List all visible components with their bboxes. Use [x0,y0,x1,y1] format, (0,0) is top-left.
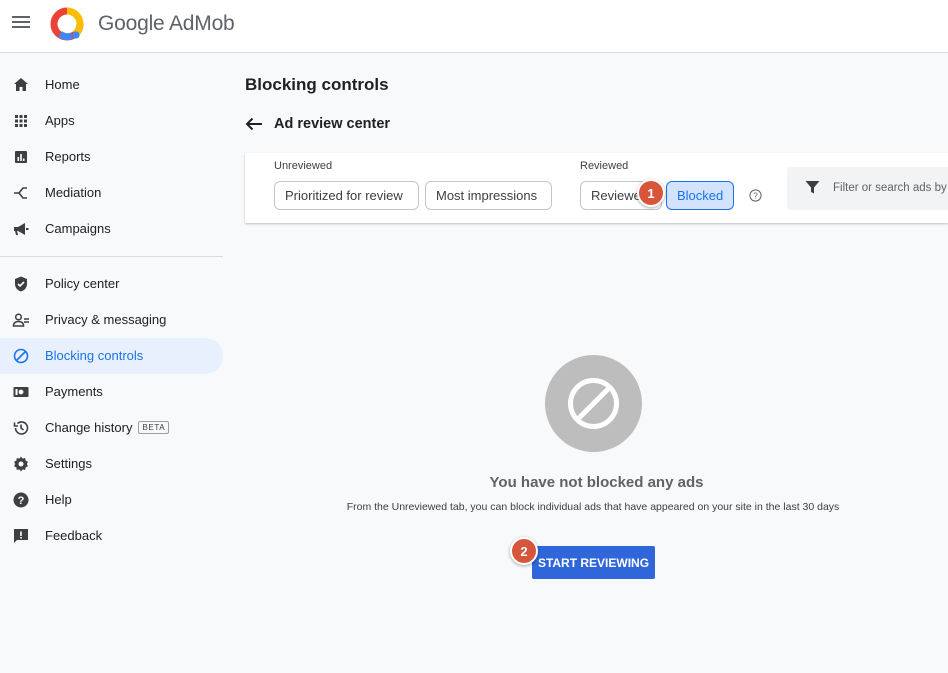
sidebar-item-policy-center[interactable]: Policy center [0,266,223,302]
history-icon [13,421,29,435]
filter-search-input[interactable] [833,178,948,198]
filter-search-box [787,167,948,210]
block-icon [568,378,619,429]
sidebar-item-payments[interactable]: Payments [0,374,223,410]
sidebar-item-change-history[interactable]: Change history BETA [0,410,223,446]
sidebar-item-settings[interactable]: Settings [0,446,223,482]
help-circle-icon[interactable]: ? [749,189,762,202]
chip-prioritized-for-review[interactable]: Prioritized for review [274,181,419,210]
sidebar-item-label: Reports [45,149,91,164]
apps-grid-icon [15,115,27,127]
hamburger-menu-icon[interactable] [12,13,32,33]
chip-most-impressions[interactable]: Most impressions [425,181,552,210]
sidebar-nav: Home Apps Reports Mediation Campaigns Po… [0,53,230,673]
page-title: Blocking controls [245,75,389,94]
sidebar-item-campaigns[interactable]: Campaigns [0,211,223,247]
sidebar-item-privacy-messaging[interactable]: Privacy & messaging [0,302,223,338]
chip-blocked[interactable]: Blocked [666,181,734,210]
empty-state-description: From the Unreviewed tab, you can block i… [346,501,840,513]
change-history-text: Change history [45,420,133,435]
sidebar-item-label: Change history BETA [45,420,170,435]
beta-badge: BETA [138,421,170,434]
sidebar-item-label: Payments [45,384,103,399]
sidebar-item-label: Privacy & messaging [45,312,167,327]
start-reviewing-button[interactable]: START REVIEWING [532,546,655,579]
megaphone-icon [14,223,29,235]
sidebar-item-label: Settings [45,456,92,471]
sidebar-divider [0,256,223,257]
empty-state-illustration [545,355,642,452]
top-app-bar: Google AdMob [0,0,948,53]
sidebar-item-label: Feedback [45,528,103,543]
sidebar-item-label: Home [45,77,80,92]
unreviewed-group-label: Unreviewed [274,160,333,172]
sidebar-item-feedback[interactable]: Feedback [0,518,223,554]
section-subtitle: Ad review center [274,116,391,132]
sidebar-item-label: Help [45,492,72,507]
brand-name: Google AdMob [98,12,235,35]
review-tab-bar: Unreviewed Prioritized for review Most i… [245,153,948,223]
help-icon: ? [13,492,29,508]
sidebar-item-apps[interactable]: Apps [0,103,223,139]
privacy-icon [12,313,29,327]
payments-icon [13,387,29,397]
sidebar-item-label: Policy center [45,276,120,291]
reviewed-group-label: Reviewed [580,160,629,172]
filter-icon[interactable] [805,180,820,195]
svg-text:?: ? [753,192,758,201]
sidebar-item-home[interactable]: Home [0,67,223,103]
sidebar-item-label: Mediation [45,185,102,200]
empty-state-title: You have not blocked any ads [489,474,704,491]
svg-text:?: ? [18,495,25,507]
block-icon [13,348,29,364]
step-marker-1: 1 [637,179,665,207]
gear-icon [14,456,28,472]
sidebar-item-mediation[interactable]: Mediation [0,175,223,211]
sidebar-item-blocking-controls[interactable]: Blocking controls [0,338,223,374]
sidebar-item-reports[interactable]: Reports [0,139,223,175]
back-arrow-icon[interactable] [245,117,263,131]
sidebar-item-label: Blocking controls [45,348,144,363]
sidebar-item-label: Apps [45,113,75,128]
shield-icon [15,276,27,292]
step-marker-2: 2 [510,537,538,565]
home-icon [14,78,28,91]
feedback-icon [14,529,28,543]
sidebar-item-label: Campaigns [45,221,111,236]
sidebar-item-help[interactable]: ? Help [0,482,223,518]
mediation-icon [14,187,27,199]
admob-logo-icon [50,7,84,41]
reports-icon [15,151,27,163]
